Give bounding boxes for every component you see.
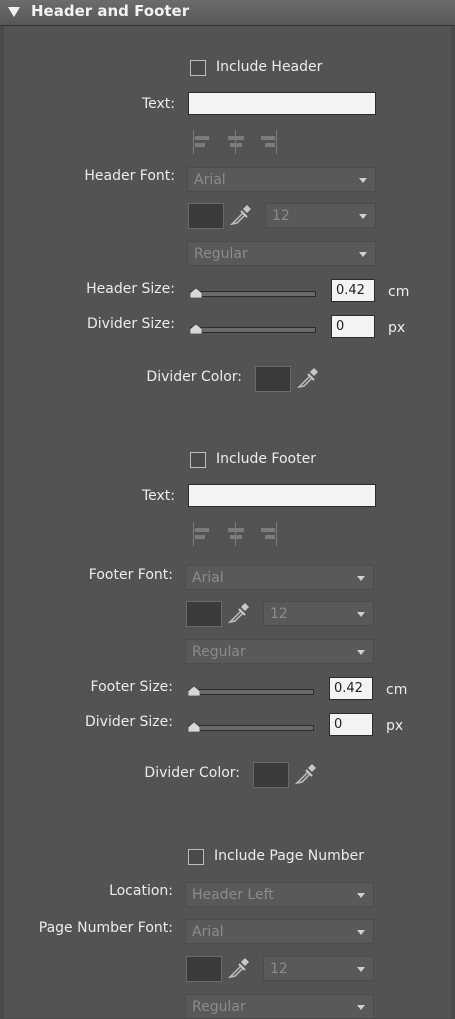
header-text-input[interactable] — [188, 92, 376, 115]
chevron-down-icon — [357, 1005, 365, 1010]
page-number-font-select[interactable]: Arial — [185, 919, 374, 944]
footer-font-value: Arial — [192, 570, 224, 586]
header-font-value: Arial — [194, 172, 226, 188]
header-font-size-value: 12 — [272, 208, 290, 224]
chevron-down-icon — [357, 612, 365, 617]
chevron-down-icon — [357, 650, 365, 655]
chevron-down-icon — [357, 893, 365, 898]
eyedropper-icon[interactable] — [296, 366, 320, 390]
header-align-group — [192, 130, 282, 154]
footer-divider-size-label: Divider Size: — [84, 714, 173, 730]
header-font-style-value: Regular — [194, 246, 248, 262]
page-number-font-color-swatch[interactable] — [186, 956, 222, 982]
align-left-icon[interactable] — [192, 130, 212, 154]
header-size-unit: cm — [388, 284, 410, 300]
header-divider-size-input[interactable]: 0 — [331, 315, 375, 338]
page-number-font-label: Page Number Font: — [38, 920, 173, 936]
header-size-label: Header Size: — [86, 281, 175, 297]
location-label: Location: — [109, 883, 173, 899]
align-left-icon[interactable] — [192, 522, 212, 546]
footer-divider-color-swatch[interactable] — [253, 762, 289, 788]
collapse-triangle-icon[interactable] — [8, 7, 20, 17]
chevron-down-icon — [357, 967, 365, 972]
include-page-number-label: Include Page Number — [214, 848, 364, 864]
align-center-icon[interactable] — [226, 130, 246, 154]
page-number-font-size-value: 12 — [270, 961, 288, 977]
align-center-icon[interactable] — [226, 522, 246, 546]
page-number-font-style-select[interactable]: Regular — [185, 994, 374, 1019]
align-right-icon[interactable] — [258, 522, 278, 546]
footer-font-size-select[interactable]: 12 — [263, 601, 374, 626]
include-page-number-checkbox[interactable] — [188, 849, 204, 865]
footer-font-select[interactable]: Arial — [185, 565, 374, 590]
header-font-style-select[interactable]: Regular — [187, 241, 376, 266]
footer-font-style-value: Regular — [192, 644, 246, 660]
header-divider-size-label: Divider Size: — [86, 316, 175, 332]
eyedropper-icon[interactable] — [229, 203, 253, 227]
header-divider-size-slider-thumb[interactable] — [190, 324, 202, 334]
header-size-slider-thumb[interactable] — [190, 288, 202, 298]
location-select[interactable]: Header Left — [185, 882, 374, 907]
header-font-select[interactable]: Arial — [187, 167, 376, 192]
footer-font-size-value: 12 — [270, 606, 288, 622]
footer-divider-size-slider-thumb[interactable] — [188, 722, 200, 732]
footer-divider-color-label: Divider Color: — [144, 765, 240, 781]
header-font-size-select[interactable]: 12 — [265, 203, 376, 228]
include-footer-label: Include Footer — [216, 451, 316, 467]
page-number-font-size-select[interactable]: 12 — [263, 956, 374, 981]
section-header[interactable]: Header and Footer — [0, 0, 455, 26]
header-divider-color-label: Divider Color: — [146, 369, 242, 385]
footer-font-color-swatch[interactable] — [186, 601, 222, 627]
footer-font-label: Footer Font: — [88, 567, 173, 583]
footer-text-input[interactable] — [188, 484, 376, 507]
chevron-down-icon — [359, 214, 367, 219]
footer-text-label: Text: — [141, 488, 175, 504]
eyedropper-icon[interactable] — [227, 601, 251, 625]
header-font-label: Header Font: — [84, 168, 175, 184]
header-text-label: Text: — [141, 96, 175, 112]
chevron-down-icon — [357, 576, 365, 581]
include-header-label: Include Header — [216, 59, 323, 75]
align-right-icon[interactable] — [258, 130, 278, 154]
footer-size-unit: cm — [386, 682, 408, 698]
include-header-checkbox[interactable] — [190, 60, 206, 76]
footer-size-label: Footer Size: — [90, 679, 173, 695]
location-value: Header Left — [192, 887, 274, 903]
page-number-font-value: Arial — [192, 924, 224, 940]
header-divider-size-slider[interactable] — [190, 327, 316, 333]
footer-divider-size-input[interactable]: 0 — [329, 713, 373, 736]
footer-align-group — [192, 522, 282, 546]
footer-size-slider[interactable] — [188, 689, 314, 695]
header-divider-color-swatch[interactable] — [255, 366, 291, 392]
section-title: Header and Footer — [31, 2, 190, 20]
header-font-color-swatch[interactable] — [188, 203, 224, 229]
footer-divider-size-slider[interactable] — [188, 725, 314, 731]
include-footer-checkbox[interactable] — [190, 452, 206, 468]
chevron-down-icon — [359, 178, 367, 183]
page-number-font-style-value: Regular — [192, 999, 246, 1015]
eyedropper-icon[interactable] — [227, 956, 251, 980]
footer-divider-size-unit: px — [386, 718, 404, 734]
header-size-input[interactable]: 0.42 — [331, 279, 375, 302]
footer-font-style-select[interactable]: Regular — [185, 639, 374, 664]
footer-size-input[interactable]: 0.42 — [329, 677, 373, 700]
header-size-slider[interactable] — [190, 291, 316, 297]
chevron-down-icon — [357, 930, 365, 935]
footer-size-slider-thumb[interactable] — [188, 686, 200, 696]
eyedropper-icon[interactable] — [294, 762, 318, 786]
header-divider-size-unit: px — [388, 320, 406, 336]
chevron-down-icon — [359, 252, 367, 257]
